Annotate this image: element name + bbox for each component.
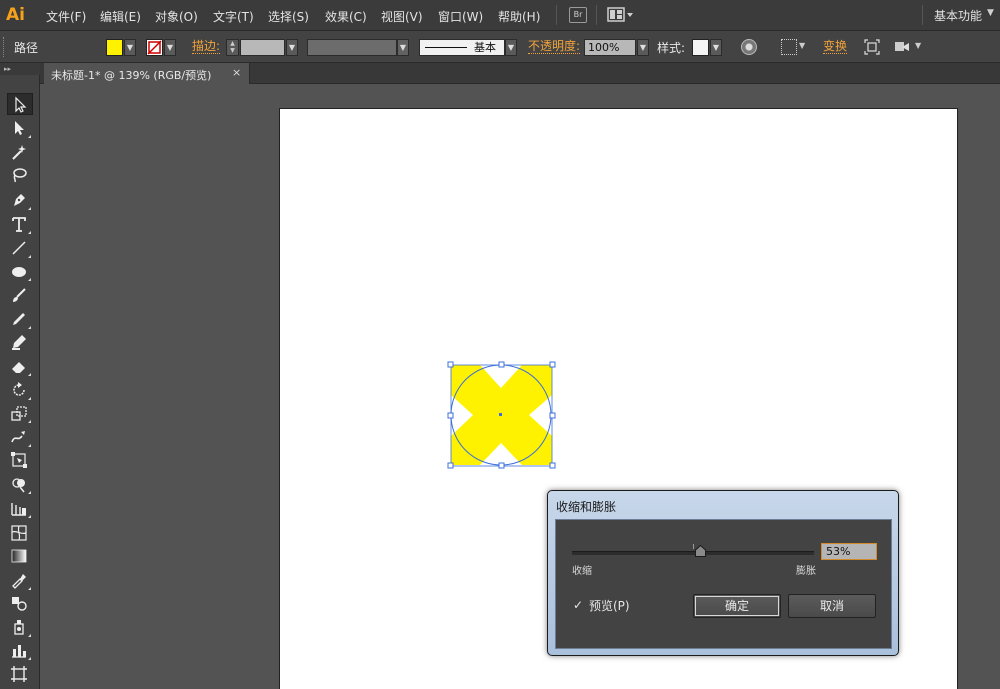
- blend-tool-icon[interactable]: [7, 592, 33, 614]
- no-stroke-icon: [147, 40, 162, 55]
- ok-button[interactable]: 确定: [693, 594, 781, 618]
- document-tab[interactable]: 未标题-1* @ 139% (RGB/预览) ×: [44, 63, 250, 84]
- selection-type-label: 路径: [14, 41, 39, 55]
- isolate-object-icon[interactable]: [864, 39, 880, 55]
- transform-label-link[interactable]: 变换: [823, 39, 848, 54]
- menu-object[interactable]: 对象(O): [155, 8, 198, 25]
- brush-name: 基本: [474, 41, 496, 54]
- menu-separator: [596, 5, 597, 25]
- perspective-grid-tool-icon[interactable]: [7, 497, 33, 519]
- eraser-tool-icon[interactable]: [7, 355, 33, 377]
- lasso-tool-icon[interactable]: [7, 164, 33, 186]
- brush-dropdown-button[interactable]: ▼: [505, 39, 517, 56]
- menu-separator: [922, 5, 923, 25]
- pucker-label: 收缩: [572, 566, 592, 577]
- opacity-input[interactable]: 100%: [584, 39, 636, 56]
- illustrator-window: Ai 文件(F) 编辑(E) 对象(O) 文字(T) 选择(S) 效果(C) 视…: [0, 0, 1000, 689]
- ellipse-tool-icon[interactable]: [7, 260, 33, 282]
- menu-edit[interactable]: 编辑(E): [100, 8, 141, 25]
- menu-effect[interactable]: 效果(C): [325, 8, 367, 25]
- menu-bar: Ai 文件(F) 编辑(E) 对象(O) 文字(T) 选择(S) 效果(C) 视…: [0, 0, 1000, 31]
- bridge-button[interactable]: Br: [569, 7, 587, 23]
- fill-color-swatch[interactable]: [106, 39, 123, 56]
- direct-selection-tool-icon[interactable]: [7, 117, 33, 139]
- warp-tool-icon[interactable]: [7, 426, 33, 448]
- graphic-style-swatch[interactable]: [692, 39, 709, 56]
- pucker-bloat-dialog: 收缩和膨胀 53% 收缩 膨胀 ✓ 预览(P) 确定 取消: [547, 490, 899, 656]
- menu-help[interactable]: 帮助(H): [498, 8, 540, 25]
- recolor-artwork-icon[interactable]: [741, 39, 757, 55]
- pucker-bloat-value-input[interactable]: 53%: [821, 543, 877, 560]
- stroke-label-link[interactable]: 描边:: [192, 39, 221, 54]
- selection-tool-icon[interactable]: [7, 93, 33, 115]
- opacity-mask-icon[interactable]: [893, 39, 911, 55]
- menu-type[interactable]: 文字(T): [213, 8, 254, 25]
- artboard-tool-icon[interactable]: [7, 663, 33, 685]
- control-bar: 路径 ▼ ▼ 描边: ▲ ▼ ▼ ▼ 基本 ▼ 不透明度: 100% ▼ 样式: …: [0, 31, 1000, 63]
- fill-dropdown-button[interactable]: ▼: [124, 39, 136, 56]
- cancel-button[interactable]: 取消: [788, 594, 876, 618]
- opacity-label-link[interactable]: 不透明度:: [528, 39, 581, 54]
- bloat-label: 膨胀: [796, 566, 816, 577]
- stroke-weight-stepper[interactable]: ▲ ▼: [226, 39, 239, 56]
- brush-definition-select[interactable]: 基本: [419, 39, 505, 56]
- blob-brush-tool-icon[interactable]: [7, 331, 33, 353]
- tools-panel: ▸▸: [0, 63, 40, 689]
- dialog-title: 收缩和膨胀: [556, 500, 617, 514]
- app-logo: Ai: [6, 5, 25, 25]
- brush-stroke-preview: [425, 47, 467, 48]
- graphic-style-dropdown[interactable]: ▼: [710, 39, 722, 56]
- workspace-switcher[interactable]: 基本功能: [934, 7, 982, 24]
- document-tab-bar: 未标题-1* @ 139% (RGB/预览) ×: [40, 63, 1000, 84]
- panel-grip[interactable]: [3, 37, 6, 57]
- menu-select[interactable]: 选择(S): [268, 8, 309, 25]
- chevron-down-icon[interactable]: ▼: [799, 41, 805, 50]
- dialog-body: 53% 收缩 膨胀 ✓ 预览(P) 确定 取消: [555, 519, 892, 649]
- menu-view[interactable]: 视图(V): [381, 8, 423, 25]
- rotate-tool-icon[interactable]: [7, 379, 33, 401]
- scale-tool-icon[interactable]: [7, 402, 33, 424]
- symbol-sprayer-tool-icon[interactable]: [7, 616, 33, 638]
- close-icon[interactable]: ×: [232, 66, 241, 79]
- eyedropper-tool-icon[interactable]: [7, 569, 33, 591]
- center-point: [499, 413, 502, 416]
- arrange-documents-button[interactable]: [607, 7, 635, 23]
- stroke-weight-input[interactable]: [240, 39, 285, 56]
- magic-wand-tool-icon[interactable]: [7, 141, 33, 163]
- pencil-tool-icon[interactable]: [7, 308, 33, 330]
- graphic-style-label: 样式:: [657, 41, 686, 55]
- stroke-weight-dropdown[interactable]: ▼: [286, 39, 298, 56]
- free-transform-tool-icon[interactable]: [7, 449, 33, 471]
- slider-thumb[interactable]: [694, 545, 706, 557]
- preview-label[interactable]: 预览(P): [589, 597, 630, 614]
- variable-width-profile-select[interactable]: [307, 39, 397, 56]
- mesh-tool-icon[interactable]: [7, 522, 33, 544]
- toolbox-collapse-icon[interactable]: ▸▸: [0, 63, 40, 75]
- shape-builder-tool-icon[interactable]: [7, 473, 33, 495]
- paintbrush-tool-icon[interactable]: [7, 284, 33, 306]
- column-graph-tool-icon[interactable]: [7, 639, 33, 661]
- arrange-documents-icon: [607, 7, 633, 22]
- profile-dropdown-button[interactable]: ▼: [397, 39, 409, 56]
- pucker-bloat-slider[interactable]: [572, 551, 814, 555]
- menu-separator: [556, 5, 557, 25]
- line-segment-tool-icon[interactable]: [7, 237, 33, 259]
- pen-tool-icon[interactable]: [7, 189, 33, 211]
- chevron-down-icon[interactable]: ▼: [915, 41, 921, 50]
- document-tab-title: 未标题-1* @ 139% (RGB/预览): [51, 69, 212, 82]
- preview-checkbox[interactable]: ✓: [573, 599, 585, 611]
- opacity-dropdown-button[interactable]: ▼: [637, 39, 649, 56]
- stroke-dropdown-button[interactable]: ▼: [164, 39, 176, 56]
- chevron-down-icon[interactable]: ▼: [987, 8, 994, 18]
- align-to-selection-icon[interactable]: [781, 39, 797, 55]
- gradient-tool-icon[interactable]: [7, 545, 33, 567]
- menu-window[interactable]: 窗口(W): [438, 8, 483, 25]
- menu-file[interactable]: 文件(F): [46, 8, 86, 25]
- type-tool-icon[interactable]: [7, 213, 33, 235]
- stroke-color-swatch[interactable]: [146, 39, 163, 56]
